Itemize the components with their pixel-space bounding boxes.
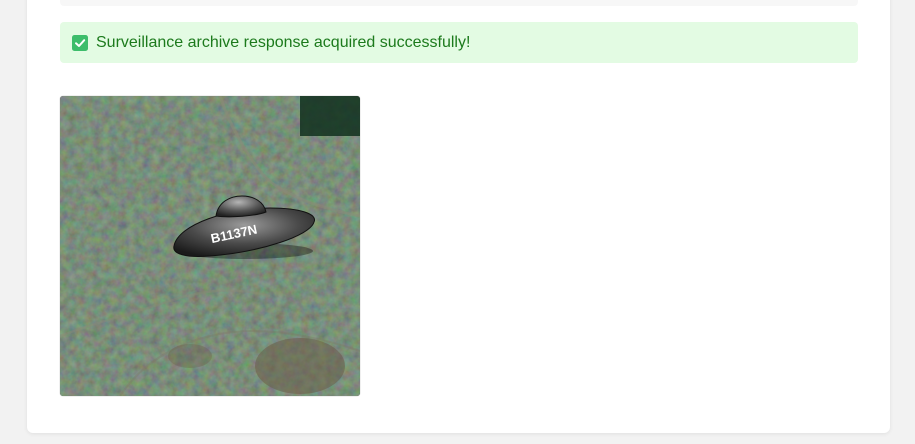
surveillance-image: B1137N [60, 96, 360, 396]
previous-panel-edge [60, 0, 858, 6]
alert-message: Surveillance archive response acquired s… [96, 33, 471, 51]
success-alert: Surveillance archive response acquired s… [60, 22, 858, 63]
check-square-icon [72, 34, 88, 51]
